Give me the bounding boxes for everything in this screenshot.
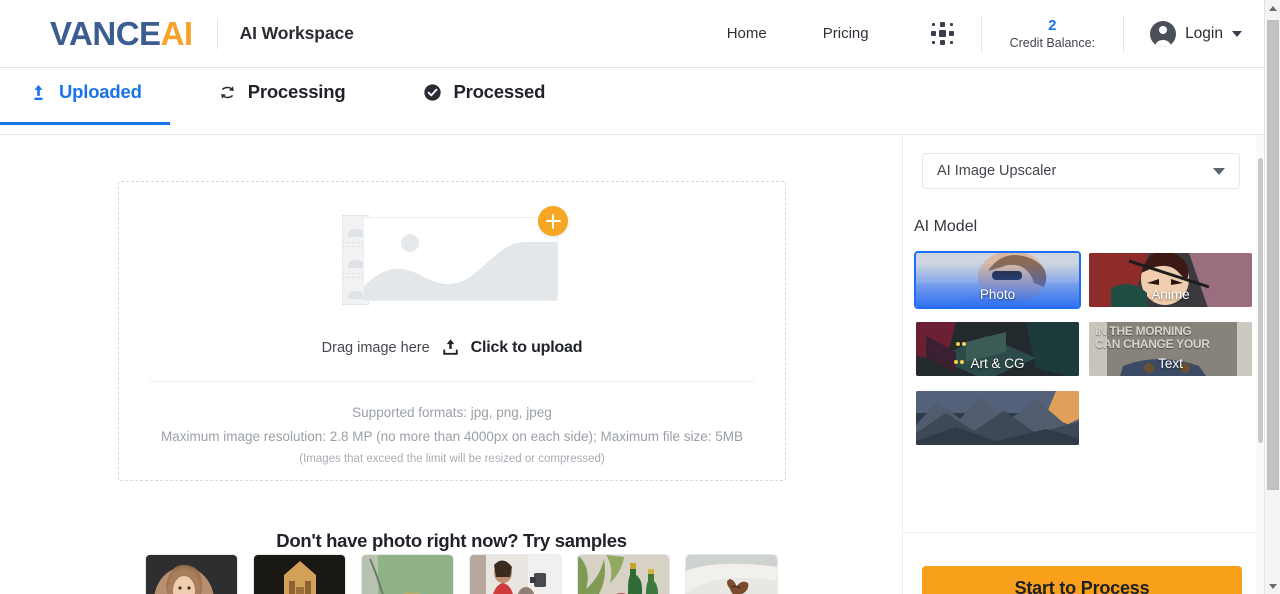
- upload-tray-icon: [441, 338, 460, 357]
- ai-model-grid: Photo Anime: [914, 251, 1254, 447]
- logo-text-vance: VANCE: [50, 15, 161, 52]
- model-card-photo-label: Photo: [980, 287, 1015, 302]
- plus-badge-icon[interactable]: [538, 206, 568, 236]
- image-placeholder-icon: [342, 215, 562, 305]
- tool-select[interactable]: AI Image Upscaler: [922, 153, 1240, 189]
- panel-scrollbar-thumb[interactable]: [1258, 158, 1263, 443]
- tab-processing-label: Processing: [248, 81, 346, 103]
- samples-heading: Don't have photo right now? Try samples: [0, 530, 903, 552]
- page-title: AI Workspace: [240, 23, 354, 44]
- upload-arrow-icon: [29, 83, 48, 102]
- dropdown-caret-icon: [1213, 168, 1225, 175]
- model-card-anime[interactable]: Anime: [1087, 251, 1254, 309]
- placeholder-photo: [363, 217, 558, 301]
- tab-processed[interactable]: Processed: [409, 68, 559, 116]
- tab-processing[interactable]: Processing: [204, 68, 360, 116]
- tool-select-value: AI Image Upscaler: [937, 163, 1056, 179]
- credit-balance-value: 2: [1048, 17, 1056, 36]
- dropzone-divider: [150, 381, 754, 382]
- panel-scrollbar[interactable]: [1256, 135, 1264, 594]
- drag-upload-row[interactable]: Drag image here Click to upload: [322, 338, 583, 357]
- sample-thumb-4: [470, 555, 562, 594]
- model-card-text-label: Text: [1158, 356, 1183, 371]
- model-card-landscape[interactable]: [914, 389, 1081, 447]
- user-avatar-icon: [1150, 21, 1176, 47]
- model-text-poster-lines: IN THE MORNING CAN CHANGE YOUR: [1095, 325, 1246, 352]
- start-to-process-button[interactable]: Start to Process: [922, 566, 1242, 594]
- workspace-tabs: Uploaded Processing Processed: [0, 68, 1264, 135]
- sample-butterfly-green[interactable]: [361, 554, 454, 594]
- resize-note: (Images that exceed the limit will be re…: [299, 453, 605, 465]
- tab-uploaded-label: Uploaded: [59, 81, 142, 103]
- model-card-text[interactable]: IN THE MORNING CAN CHANGE YOUR Text: [1087, 320, 1254, 378]
- chevron-down-icon: [1232, 31, 1242, 37]
- brand-divider: [217, 19, 218, 49]
- ai-model-heading: AI Model: [914, 218, 977, 236]
- login-label: Login: [1185, 25, 1223, 43]
- panel-divider: [903, 532, 1264, 533]
- model-thumb-landscape: [916, 391, 1081, 447]
- tab-uploaded[interactable]: Uploaded: [15, 68, 156, 116]
- sample-butterfly-snow[interactable]: [685, 554, 778, 594]
- sample-thumb-6: [686, 555, 778, 594]
- drag-image-here-label: Drag image here: [322, 340, 430, 356]
- sample-thumb-1: [146, 555, 238, 594]
- tab-processed-label: Processed: [453, 81, 545, 103]
- sample-thumb-2: [254, 555, 346, 594]
- click-to-upload-button[interactable]: Click to upload: [471, 339, 583, 357]
- brand-area[interactable]: VANCEAI AI Workspace: [0, 17, 354, 50]
- sample-gym-woman[interactable]: [469, 554, 562, 594]
- vance-ai-logo[interactable]: VANCEAI: [50, 17, 193, 50]
- model-card-anime-label: Anime: [1151, 287, 1189, 302]
- check-circle-icon: [423, 83, 442, 102]
- scroll-up-arrow-icon[interactable]: [1265, 0, 1280, 16]
- page-scrollbar[interactable]: [1264, 0, 1280, 594]
- login-button[interactable]: Login: [1124, 21, 1264, 47]
- header-nav: Home Pricing 2 Credit Balance: Login: [699, 0, 1264, 67]
- workspace-body: Drag image here Click to upload Supporte…: [0, 135, 1264, 594]
- upload-pane: Drag image here Click to upload Supporte…: [0, 135, 903, 594]
- app-header: VANCEAI AI Workspace Home Pricing 2 Cred…: [0, 0, 1264, 68]
- apps-grid-button[interactable]: [897, 22, 981, 46]
- nav-pricing[interactable]: Pricing: [795, 25, 897, 42]
- grid-dots-icon: [931, 22, 955, 46]
- sample-bottles[interactable]: [577, 554, 670, 594]
- page-scrollbar-thumb[interactable]: [1267, 20, 1279, 490]
- supported-formats-note: Supported formats: jpg, png, jpeg: [352, 405, 552, 420]
- model-card-artcg[interactable]: Art & CG: [914, 320, 1081, 378]
- sample-images-row: [145, 554, 778, 594]
- scroll-down-arrow-icon[interactable]: [1265, 578, 1280, 594]
- refresh-arrows-icon: [218, 83, 237, 102]
- file-dropzone[interactable]: Drag image here Click to upload Supporte…: [118, 181, 786, 481]
- sample-architecture[interactable]: [253, 554, 346, 594]
- model-card-artcg-label: Art & CG: [970, 356, 1024, 371]
- model-card-photo[interactable]: Photo: [914, 251, 1081, 309]
- settings-pane: AI Image Upscaler AI Model Photo: [903, 135, 1264, 594]
- limits-note: Maximum image resolution: 2.8 MP (no mor…: [161, 429, 743, 444]
- credit-balance-label: Credit Balance:: [1010, 36, 1095, 50]
- credit-balance[interactable]: 2 Credit Balance:: [982, 17, 1123, 50]
- logo-text-ai: AI: [161, 15, 193, 52]
- app-root: VANCEAI AI Workspace Home Pricing 2 Cred…: [0, 0, 1280, 594]
- nav-home[interactable]: Home: [699, 25, 795, 42]
- sample-thumb-3: [362, 555, 454, 594]
- sample-portrait-woman[interactable]: [145, 554, 238, 594]
- sample-thumb-5: [578, 555, 670, 594]
